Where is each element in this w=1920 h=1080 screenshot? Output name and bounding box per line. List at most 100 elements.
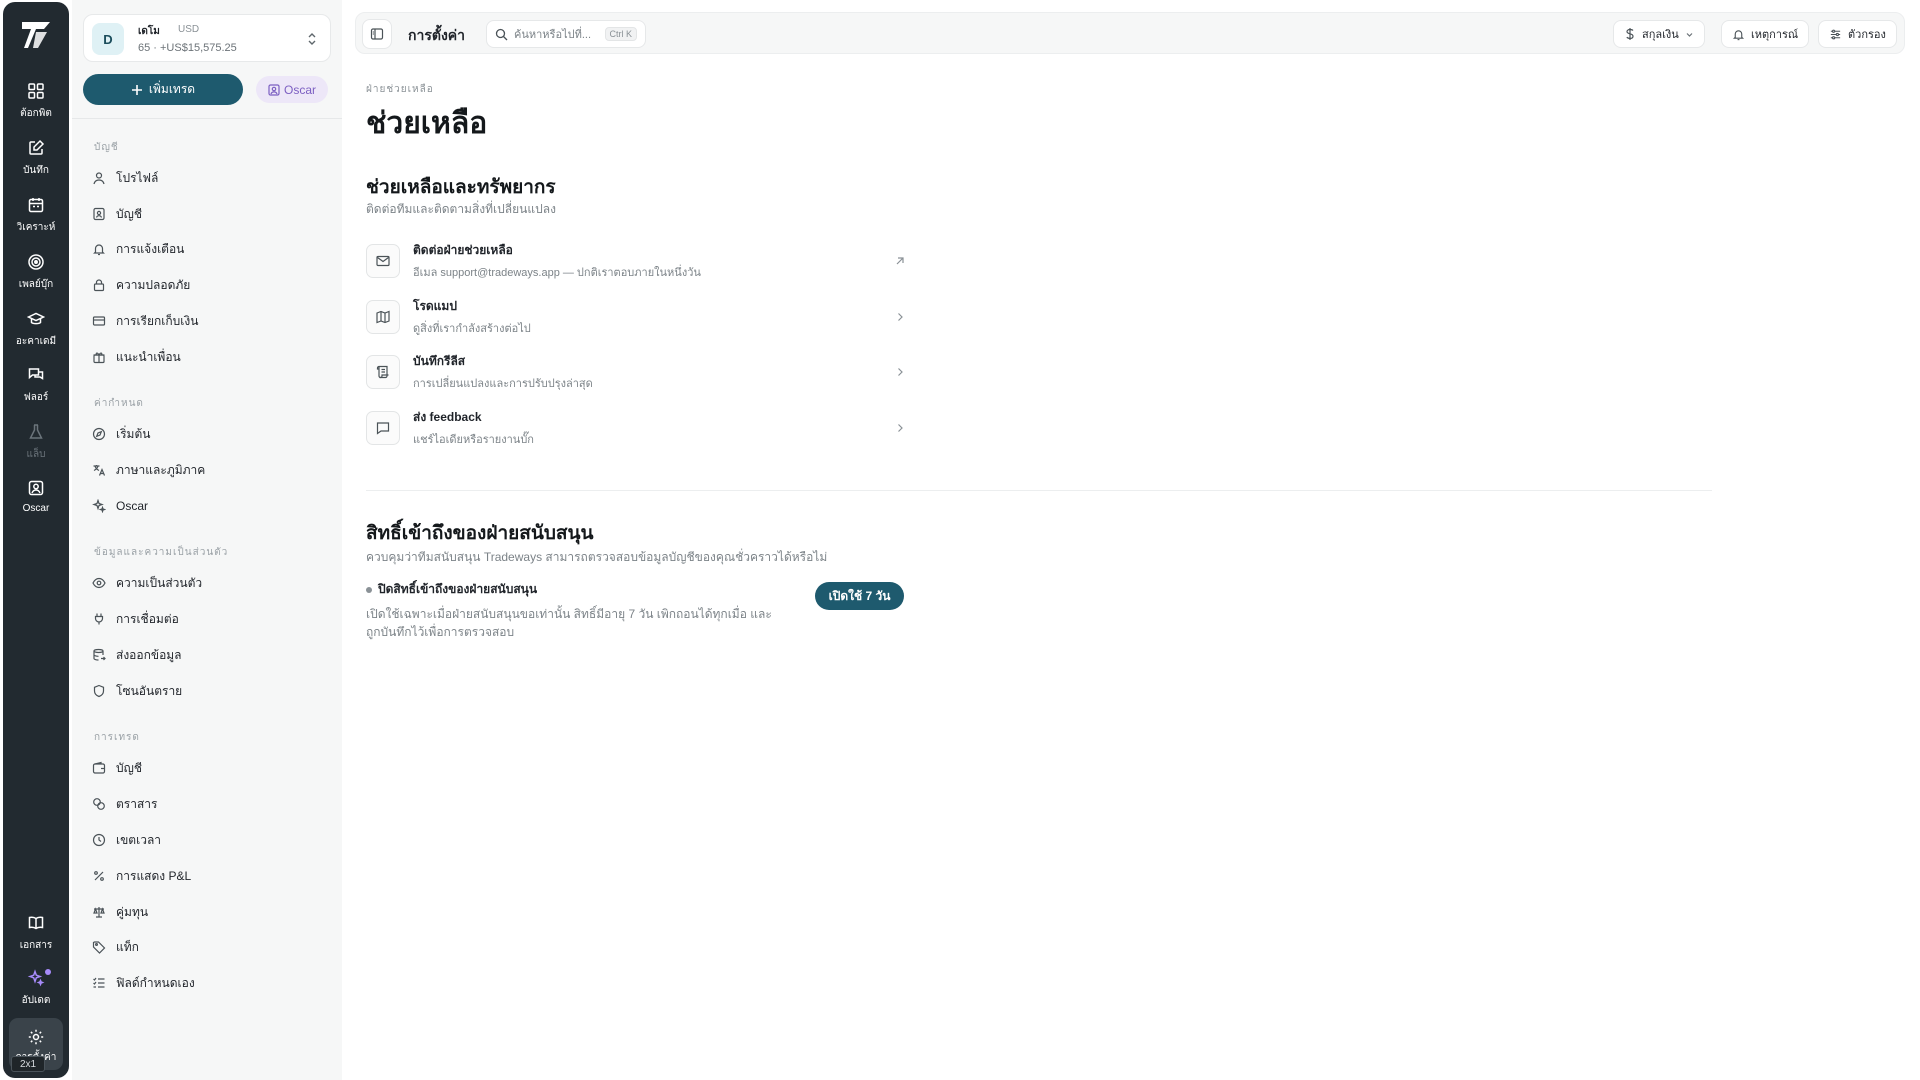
- nav-item-export[interactable]: ส่งออกข้อมูล: [92, 641, 322, 669]
- account-switcher[interactable]: D เดโม USD 65 · +US$15,575.25: [83, 14, 331, 62]
- external-arrow-icon: [894, 255, 906, 267]
- search-shortcut: Ctrl K: [604, 27, 637, 41]
- rail-item-docs[interactable]: เอกสาร: [3, 914, 69, 962]
- nav-item-account[interactable]: บัญชี: [92, 200, 322, 228]
- release-notes-row[interactable]: บันทึกรีลีส การเปลี่ยนแปลงและการปรับปรุง…: [366, 352, 906, 392]
- rail-item-lab[interactable]: แล็บ: [3, 423, 69, 471]
- resources-section-title: ช่วยเหลือและทรัพยากร: [366, 177, 556, 198]
- access-status-description: เปิดใช้เฉพาะเมื่อฝ่ายสนับสนุนขอเท่านั้น …: [366, 607, 772, 639]
- toggle-sidebar-button[interactable]: [362, 19, 392, 49]
- oscar-portrait-icon: [27, 479, 45, 497]
- section-label-privacy: ข้อมูลและความเป็นส่วนตัว: [94, 547, 229, 558]
- tradeways-logo[interactable]: [20, 18, 52, 52]
- nav-item-instruments[interactable]: ตราสาร: [92, 790, 322, 818]
- search-icon: [495, 28, 508, 41]
- nav-item-billing[interactable]: การเรียกเก็บเงิน: [92, 307, 322, 335]
- nav-label: บัญชี: [116, 206, 142, 221]
- gift-icon: [92, 350, 106, 364]
- nav-label: ส่งออกข้อมูล: [116, 647, 182, 662]
- nav-item-profile[interactable]: โปรไฟล์: [92, 164, 322, 192]
- nav-item-security[interactable]: ความปลอดภัย: [92, 271, 322, 299]
- nav-label: การเรียกเก็บเงิน: [116, 313, 199, 328]
- nav-item-trading-accounts[interactable]: บัญชี: [92, 754, 322, 782]
- nav-label: ความปลอดภัย: [116, 277, 191, 292]
- rail-item-academy[interactable]: อะคาเดมี: [3, 310, 69, 358]
- send-feedback-row[interactable]: ส่ง feedback แชร์ไอเดียหรือรายงานบั๊ก: [366, 408, 906, 448]
- nav-item-notifications[interactable]: การแจ้งเตือน: [92, 235, 322, 263]
- access-status-title: ปิดสิทธิ์เข้าถึงของฝ่ายสนับสนุน: [378, 582, 538, 596]
- nav-label: แท็ก: [116, 939, 139, 954]
- nav-item-tags[interactable]: แท็ก: [92, 933, 322, 961]
- nav-item-privacy[interactable]: ความเป็นส่วนตัว: [92, 569, 322, 597]
- search-input[interactable]: ค้นหาหรือไปที่... Ctrl K: [486, 20, 646, 48]
- breadcrumb: ฝ่ายช่วยเหลือ: [366, 84, 434, 95]
- journal-edit-icon: [27, 139, 45, 157]
- currency-dropdown[interactable]: สกุลเงิน: [1613, 20, 1705, 48]
- search-placeholder: ค้นหาหรือไปที่...: [514, 29, 592, 41]
- filters-button[interactable]: ตัวกรอง: [1818, 20, 1897, 48]
- rail-item-floor[interactable]: ฟลอร์: [3, 366, 69, 414]
- nav-label: โปรไฟล์: [116, 170, 159, 185]
- zoom-badge: 2x1: [11, 1056, 45, 1072]
- rail-item-oscar[interactable]: Oscar: [3, 479, 69, 527]
- events-button[interactable]: เหตุการณ์: [1721, 20, 1810, 48]
- rail-item-journal[interactable]: บันทึก: [3, 139, 69, 187]
- nav-item-oscar[interactable]: Oscar: [92, 492, 322, 520]
- filters-label: ตัวกรอง: [1848, 29, 1886, 41]
- section-label-account: บัญชี: [94, 142, 119, 153]
- nav-item-commission[interactable]: คู่มทุน: [92, 898, 322, 926]
- nav-item-language[interactable]: ภาษาและภูมิภาค: [92, 456, 322, 484]
- divider: [366, 490, 1712, 491]
- row-title: ติดต่อฝ่ายช่วยเหลือ: [413, 243, 513, 257]
- sliders-icon: [1829, 28, 1842, 41]
- sparkle-icon: [92, 499, 106, 513]
- tag-icon: [92, 940, 106, 954]
- rail-item-cockpit[interactable]: ต้อกพิต: [3, 82, 69, 130]
- rail-item-analyze[interactable]: วิเคราะห์: [3, 196, 69, 244]
- contact-support-row[interactable]: ติดต่อฝ่ายช่วยเหลือ อีเมล support@tradew…: [366, 241, 906, 281]
- account-currency: USD: [178, 24, 200, 35]
- nav-item-referrals[interactable]: แนะนำเพื่อน: [92, 343, 322, 371]
- lock-icon: [92, 278, 106, 292]
- roadmap-row[interactable]: โรดแมป ดูสิ่งที่เรากำลังสร้างต่อไป: [366, 297, 906, 337]
- rail-label: อัปเดต: [21, 995, 51, 1006]
- plus-icon: [131, 84, 143, 96]
- support-access-title: สิทธิ์เข้าถึงของฝ่ายสนับสนุน: [366, 523, 594, 544]
- section-label-trading: การเทรด: [94, 732, 140, 743]
- rail-item-updates[interactable]: อัปเดต: [3, 969, 69, 1017]
- chevron-down-icon: [1685, 30, 1694, 39]
- nav-label: เริ่มต้น: [116, 426, 151, 441]
- graduation-cap-icon: [27, 310, 45, 328]
- oscar-button[interactable]: Oscar: [256, 76, 328, 103]
- nav-item-onboarding[interactable]: เริ่มต้น: [92, 420, 322, 448]
- target-icon: [27, 253, 45, 271]
- gear-icon: [27, 1028, 45, 1046]
- nav-item-timezone[interactable]: เขตเวลา: [92, 826, 322, 854]
- rail-item-playbook[interactable]: เพลย์บุ๊ก: [3, 253, 69, 301]
- rail-label: อะคาเดมี: [15, 336, 57, 347]
- nav-item-danger-zone[interactable]: โซนอันตราย: [92, 677, 322, 705]
- rail-label: บันทึก: [23, 165, 49, 176]
- app-rail: ต้อกพิต บันทึก วิเคราะห์ เพลย์บุ๊ก อะคาเ…: [3, 2, 69, 1078]
- user-icon: [92, 171, 106, 185]
- row-title: บันทึกรีลีส: [413, 354, 466, 368]
- rail-label: ต้อกพิต: [20, 108, 52, 119]
- notification-dot: [45, 969, 51, 975]
- status-dot: [366, 586, 372, 593]
- enable-support-access-button[interactable]: เปิดใช้ 7 วัน: [815, 582, 904, 610]
- nav-item-custom-fields[interactable]: ฟิลด์กำหนดเอง: [92, 969, 322, 997]
- divider: [72, 118, 342, 119]
- add-trade-button[interactable]: เพิ่มเทรด: [83, 74, 243, 105]
- nav-label: เขตเวลา: [116, 832, 162, 847]
- message-square-icon: [366, 411, 400, 445]
- nav-item-pnl-display[interactable]: การแสดง P&L: [92, 862, 322, 890]
- account-name: เดโม: [138, 26, 160, 37]
- shield-icon: [92, 684, 106, 698]
- row-title: ส่ง feedback: [413, 410, 482, 424]
- nav-item-connections[interactable]: การเชื่อมต่อ: [92, 605, 322, 633]
- flask-icon: [27, 423, 45, 441]
- credit-card-icon: [92, 314, 106, 328]
- sidebar-toggle-icon: [370, 27, 384, 41]
- nav-label: ความเป็นส่วนตัว: [116, 575, 203, 590]
- settings-panel: D เดโม USD 65 · +US$15,575.25 เพิ่มเทรด …: [72, 0, 342, 1080]
